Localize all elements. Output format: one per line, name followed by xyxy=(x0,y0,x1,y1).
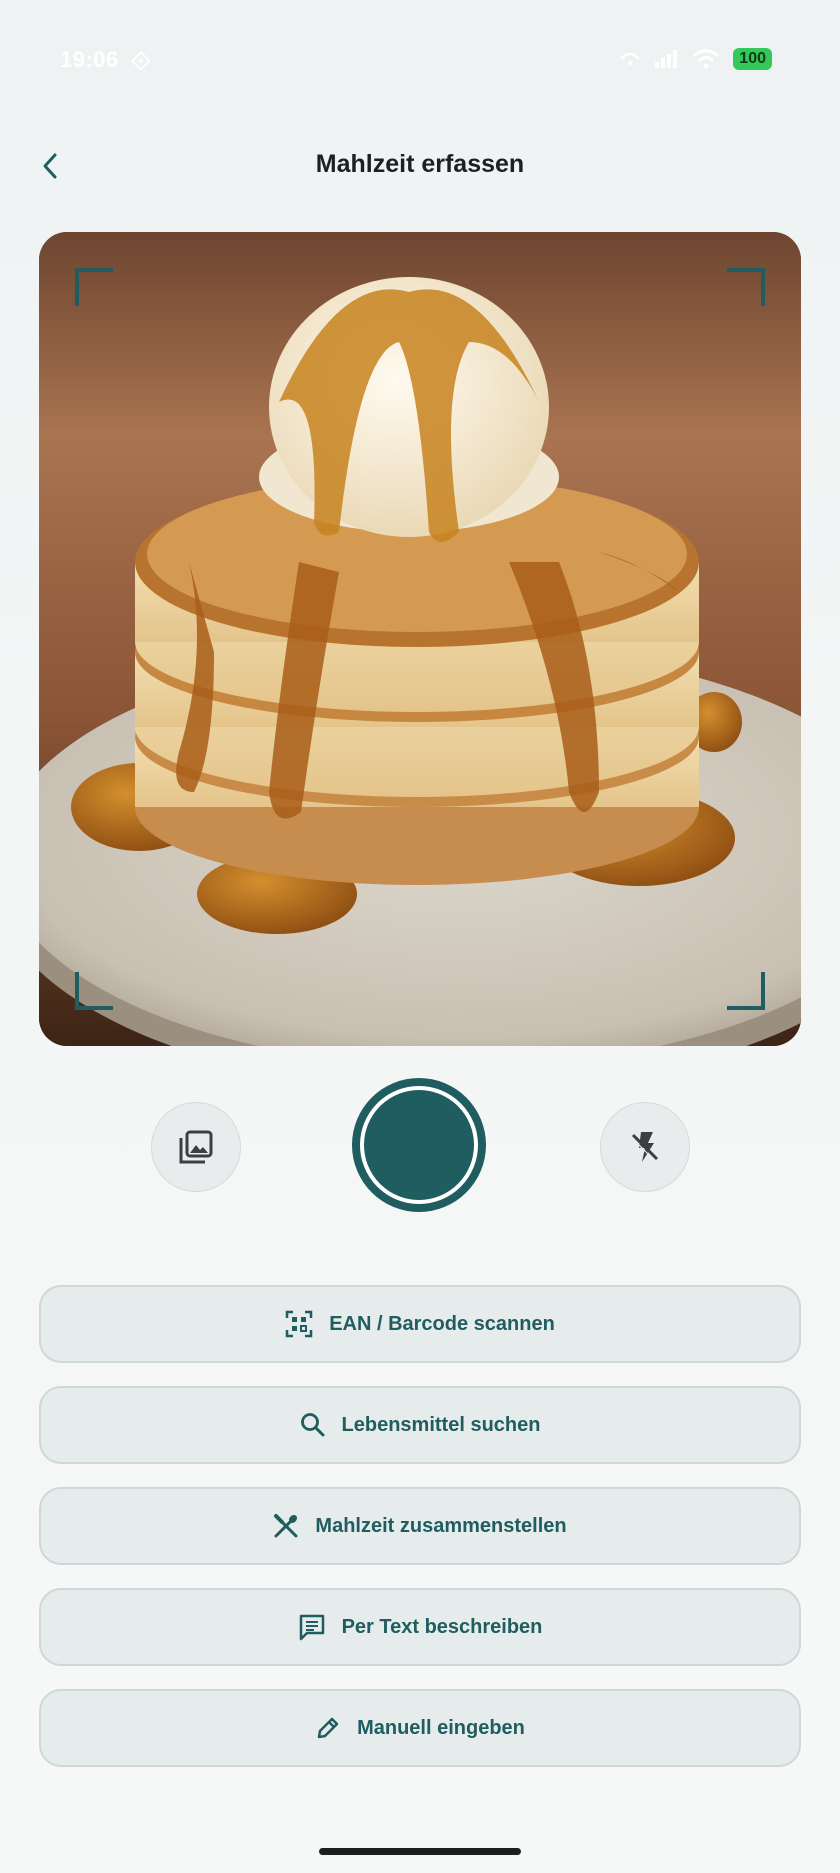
shutter-button[interactable] xyxy=(352,1078,486,1212)
status-time: 19:06 xyxy=(60,47,119,72)
describe-text-label: Per Text beschreiben xyxy=(341,1615,543,1638)
scan-frame-corner-tr xyxy=(727,268,765,306)
action-list: EAN / Barcode scannen Lebensmittel suche… xyxy=(39,1285,801,1790)
flash-off-icon xyxy=(630,1132,659,1162)
gallery-icon xyxy=(179,1130,213,1164)
camera-preview[interactable] xyxy=(39,232,801,1046)
food-search-label: Lebensmittel suchen xyxy=(341,1413,541,1436)
scan-frame-corner-br xyxy=(727,972,765,1010)
scan-frame-corner-bl xyxy=(75,972,113,1010)
vowifi-icon xyxy=(620,52,641,65)
utensils-icon xyxy=(274,1514,298,1538)
search-icon xyxy=(300,1413,325,1437)
signal-icon xyxy=(655,50,678,68)
barcode-scan-icon xyxy=(285,1310,313,1338)
battery-indicator: 100 xyxy=(733,48,772,70)
status-bar: 19:06 100 xyxy=(0,0,840,110)
pencil-icon xyxy=(317,1717,339,1739)
page-title: Mahlzeit erfassen xyxy=(315,150,525,178)
food-search-button[interactable]: Lebensmittel suchen xyxy=(39,1386,801,1464)
location-diamond-icon xyxy=(131,51,151,71)
compose-meal-button[interactable]: Mahlzeit zusammenstellen xyxy=(39,1487,801,1565)
manual-entry-label: Manuell eingeben xyxy=(357,1716,525,1739)
manual-entry-button[interactable]: Manuell eingeben xyxy=(39,1689,801,1767)
text-message-icon xyxy=(299,1614,324,1641)
barcode-scan-button[interactable]: EAN / Barcode scannen xyxy=(39,1285,801,1363)
food-photo xyxy=(39,232,801,1046)
describe-text-button[interactable]: Per Text beschreiben xyxy=(39,1588,801,1666)
shutter-inner-ring xyxy=(360,1086,478,1204)
gallery-button[interactable] xyxy=(151,1102,241,1192)
compose-meal-label: Mahlzeit zusammenstellen xyxy=(315,1514,567,1537)
flash-toggle-button[interactable] xyxy=(600,1102,690,1192)
home-indicator[interactable] xyxy=(319,1848,521,1855)
wifi-icon xyxy=(693,49,720,69)
barcode-scan-label: EAN / Barcode scannen xyxy=(329,1312,555,1335)
status-right: 100 xyxy=(619,48,772,70)
scan-frame-corner-tl xyxy=(75,268,113,306)
